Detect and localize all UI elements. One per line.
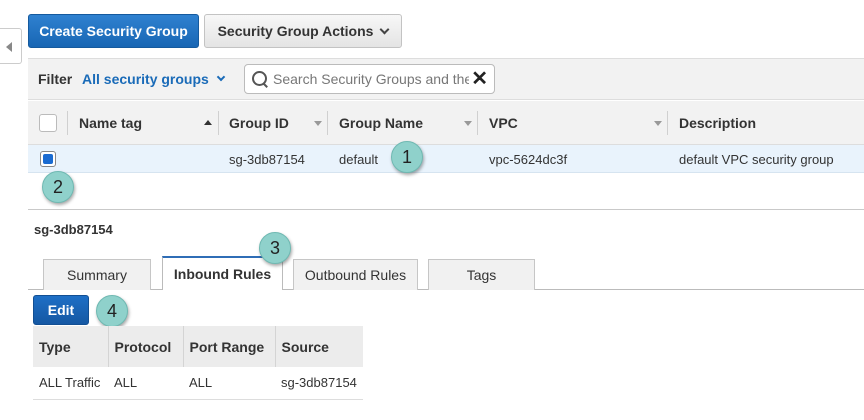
callout-3: 3: [259, 232, 291, 264]
rule-protocol: ALL: [108, 367, 183, 400]
tab-label: Inbound Rules: [173, 266, 272, 282]
search-input[interactable]: [273, 71, 469, 87]
details-title: sg-3db87154: [34, 222, 113, 237]
inbound-rules-table: Type Protocol Port Range Source ALL Traf…: [33, 326, 363, 400]
column-separator: [218, 111, 219, 135]
column-separator: [327, 111, 328, 135]
search-box[interactable]: ✕: [244, 64, 495, 94]
tab-label: Outbound Rules: [304, 267, 407, 283]
filter-dropdown[interactable]: All security groups: [82, 71, 226, 87]
tab-label: Tags: [466, 267, 497, 283]
filter-selected-value: All security groups: [82, 71, 209, 87]
column-header-name-tag[interactable]: Name tag: [79, 101, 219, 145]
column-header-group-name[interactable]: Group Name: [339, 101, 479, 145]
select-all-checkbox[interactable]: [39, 114, 57, 132]
sort-icon[interactable]: [464, 121, 472, 126]
rule-type: ALL Traffic: [33, 367, 108, 400]
column-label: VPC: [489, 115, 518, 131]
chevron-left-icon: [6, 42, 12, 52]
filter-label: Filter: [38, 71, 73, 87]
column-separator: [67, 111, 68, 135]
edit-button[interactable]: Edit: [33, 295, 89, 325]
column-header-description[interactable]: Description: [679, 101, 859, 145]
collapse-sidebar-handle[interactable]: [0, 28, 22, 64]
create-security-group-label: Create Security Group: [39, 23, 188, 39]
column-label: Name tag: [79, 115, 143, 131]
tab-outbound-rules[interactable]: Outbound Rules: [293, 259, 418, 290]
cell-vpc: vpc-5624dc3f: [489, 151, 568, 167]
details-divider: [28, 209, 864, 210]
close-icon[interactable]: ✕: [471, 69, 488, 89]
edit-label: Edit: [47, 302, 75, 318]
column-label: Group ID: [229, 115, 289, 131]
tab-summary[interactable]: Summary: [43, 259, 151, 290]
table-row: ALL Traffic ALL ALL sg-3db87154: [33, 367, 363, 400]
sort-ascending-icon[interactable]: [204, 120, 212, 125]
security-group-actions-label: Security Group Actions: [217, 23, 374, 39]
column-separator: [477, 111, 478, 135]
rules-header-protocol: Protocol: [108, 326, 184, 367]
table-row[interactable]: sg-3db87154 default vpc-5624dc3f default…: [28, 145, 864, 173]
rule-port-range: ALL: [183, 367, 275, 400]
chevron-down-icon: [216, 72, 226, 82]
sort-icon[interactable]: [654, 121, 662, 126]
column-label: Description: [679, 115, 757, 131]
rule-source: sg-3db87154: [275, 367, 363, 400]
column-header-vpc[interactable]: VPC: [489, 101, 659, 145]
column-label: Group Name: [339, 115, 424, 131]
cell-group-id: sg-3db87154: [229, 151, 305, 167]
cell-name-tag: [79, 145, 219, 173]
cell-description: default VPC security group: [679, 151, 834, 167]
callout-1: 1: [391, 141, 423, 173]
column-separator: [667, 111, 668, 135]
search-icon: [250, 69, 270, 89]
chevron-down-icon: [379, 24, 390, 34]
callout-4: 4: [96, 295, 128, 327]
tab-label: Summary: [67, 267, 127, 283]
create-security-group-button[interactable]: Create Security Group: [28, 14, 199, 48]
rules-header-port-range: Port Range: [183, 326, 276, 367]
rules-header-source: Source: [275, 326, 363, 367]
security-group-actions-button[interactable]: Security Group Actions: [204, 14, 402, 48]
tab-tags[interactable]: Tags: [428, 259, 535, 290]
row-checkbox[interactable]: [40, 151, 56, 167]
rules-header-row: Type Protocol Port Range Source: [33, 326, 363, 367]
callout-2: 2: [42, 171, 74, 203]
sort-icon[interactable]: [314, 121, 322, 126]
table-header: Name tag Group ID Group Name VPC Descrip…: [28, 101, 864, 145]
rules-header-type: Type: [33, 326, 109, 367]
